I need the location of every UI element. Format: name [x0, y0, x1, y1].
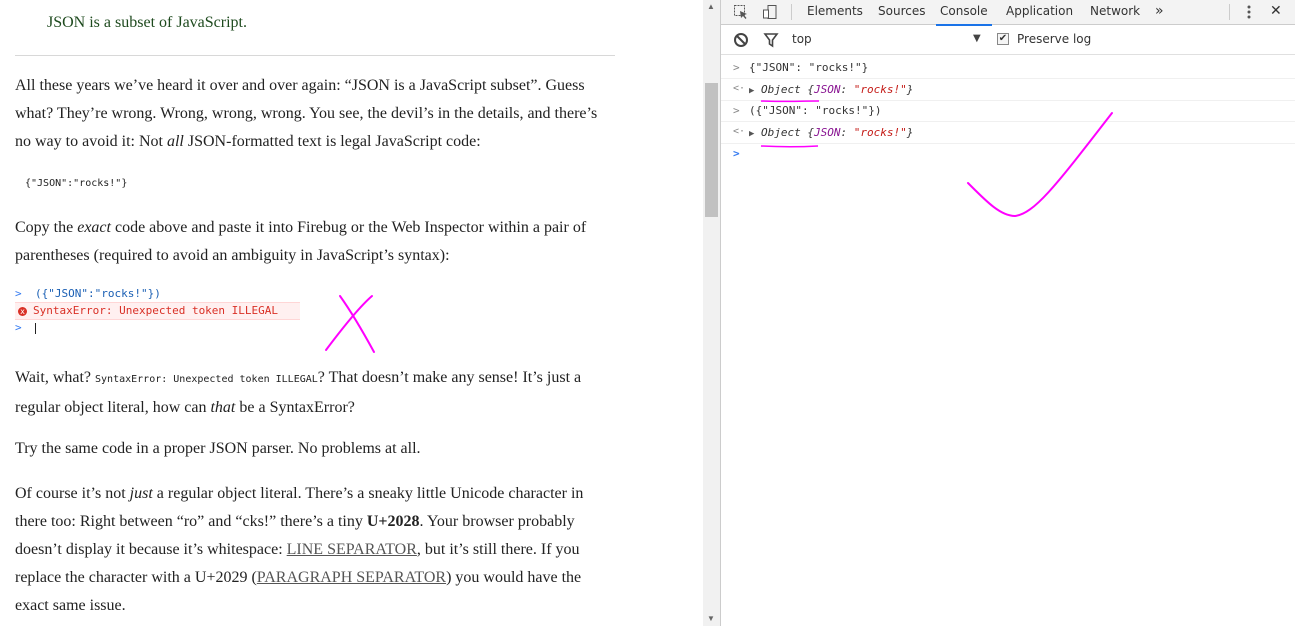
prompt-icon: >	[733, 147, 740, 160]
prompt-icon: >	[15, 287, 22, 300]
console-error-row: x SyntaxError: Unexpected token ILLEGAL	[15, 302, 300, 320]
context-selector[interactable]: top	[792, 32, 812, 46]
console-input: ({"JSON":"rocks!"})	[35, 287, 161, 300]
object-label: Object	[761, 83, 801, 96]
console-input-row: > ({"JSON": "rocks!"})	[721, 100, 1295, 122]
paragraph-text: Copy the	[15, 219, 78, 236]
paragraph-text: be a SyntaxError?	[235, 399, 355, 416]
inline-code: SyntaxError: Unexpected token ILLEGAL	[95, 374, 318, 385]
result-icon: <·	[733, 126, 746, 137]
emphasis: that	[210, 399, 236, 416]
object-key: JSON	[814, 126, 841, 139]
console-input-text: ({"JSON": "rocks!"})	[749, 104, 882, 117]
console-input-row: > ({"JSON":"rocks!"})	[15, 286, 300, 302]
preserve-log-label: Preserve log	[1017, 32, 1092, 46]
paragraph-text: Of course it’s not	[15, 485, 130, 502]
text-caret	[35, 322, 36, 334]
console-toolbar: top ▼ ✔ Preserve log	[721, 25, 1295, 55]
error-message: SyntaxError: Unexpected token ILLEGAL	[33, 304, 279, 317]
prompt-icon: >	[733, 61, 740, 74]
object-label: Object	[761, 126, 801, 139]
scroll-down-icon[interactable]: ▼	[707, 614, 715, 623]
devtools-tabbar: Elements Sources Console Application Net…	[721, 0, 1295, 26]
object-value: "rocks!"	[853, 126, 907, 139]
object-preview[interactable]: ▶ Object {JSON: "rocks!"}	[749, 83, 913, 96]
console-prompt-row: >	[15, 320, 300, 336]
toolbar-divider	[1229, 4, 1230, 20]
code-sample: {"JSON":"rocks!"}	[25, 178, 128, 189]
console-prompt[interactable]: >	[721, 145, 1295, 165]
close-icon[interactable]: ✕	[1270, 0, 1282, 24]
inspect-element-icon[interactable]	[733, 4, 749, 20]
paragraph-instructions: Copy the exact code above and paste it i…	[15, 214, 615, 270]
toolbar-divider	[791, 4, 792, 20]
paragraph-text: Wait, what?	[15, 369, 96, 386]
object-key: JSON	[814, 83, 841, 96]
result-icon: <·	[733, 83, 746, 94]
prompt-icon: >	[15, 321, 22, 334]
console-screenshot: > ({"JSON":"rocks!"}) x SyntaxError: Unexp…	[15, 286, 300, 338]
page-scrollbar[interactable]: ▲ ▼	[703, 0, 720, 626]
tab-application[interactable]: Application	[1006, 0, 1073, 24]
expand-triangle-icon[interactable]: ▶	[749, 129, 754, 139]
device-toolbar-icon[interactable]	[762, 4, 778, 20]
pull-quote: JSON is a subset of JavaScript.	[47, 14, 247, 31]
paragraph-separator-link[interactable]: PARAGRAPH SEPARATOR	[257, 569, 446, 586]
tab-elements[interactable]: Elements	[807, 0, 863, 24]
paragraph-text: JSON-formatted text is legal JavaScript …	[183, 133, 481, 150]
paragraph-intro: All these years we’ve heard it over and …	[15, 72, 615, 156]
expand-triangle-icon[interactable]: ▶	[749, 86, 754, 96]
object-preview[interactable]: ▶ Object {JSON: "rocks!"}	[749, 126, 913, 139]
prompt-icon: >	[733, 104, 740, 117]
line-separator-link[interactable]: LINE SEPARATOR	[287, 541, 417, 558]
scrollbar-thumb[interactable]	[705, 83, 718, 217]
emphasis: all	[166, 133, 184, 150]
tab-network[interactable]: Network	[1090, 0, 1140, 24]
emphasis: just	[129, 485, 153, 502]
paragraph-unicode: Of course it’s not just a regular object…	[15, 480, 615, 620]
emphasis: exact	[77, 219, 111, 236]
context-dropdown-icon[interactable]: ▼	[973, 33, 981, 44]
object-value: "rocks!"	[853, 83, 907, 96]
kebab-icon[interactable]	[1241, 4, 1257, 20]
more-tabs-icon[interactable]: »	[1155, 0, 1164, 24]
scroll-up-icon[interactable]: ▲	[707, 2, 715, 11]
bold-codepoint: U+2028	[366, 513, 420, 530]
tab-sources[interactable]: Sources	[878, 0, 925, 24]
filter-icon[interactable]	[763, 32, 779, 51]
preserve-log-checkbox[interactable]: ✔	[997, 33, 1009, 45]
divider	[15, 55, 615, 56]
paragraph-parser: Try the same code in a proper JSON parse…	[15, 440, 421, 457]
console-output-row: <· ▶ Object {JSON: "rocks!"}	[721, 121, 1295, 144]
paragraph-reaction: Wait, what? SyntaxError: Unexpected toke…	[15, 364, 615, 422]
clear-console-icon[interactable]	[733, 32, 749, 51]
console-input-row: > {"JSON": "rocks!"}	[721, 57, 1295, 79]
console-input-text: {"JSON": "rocks!"}	[749, 61, 869, 74]
tab-console[interactable]: Console	[936, 0, 992, 26]
error-icon: x	[18, 307, 27, 316]
console-output-row: <· ▶ Object {JSON: "rocks!"}	[721, 79, 1295, 101]
article-pane: JSON is a subset of JavaScript. All thes…	[0, 0, 703, 626]
devtools-panel: Elements Sources Console Application Net…	[720, 0, 1295, 626]
